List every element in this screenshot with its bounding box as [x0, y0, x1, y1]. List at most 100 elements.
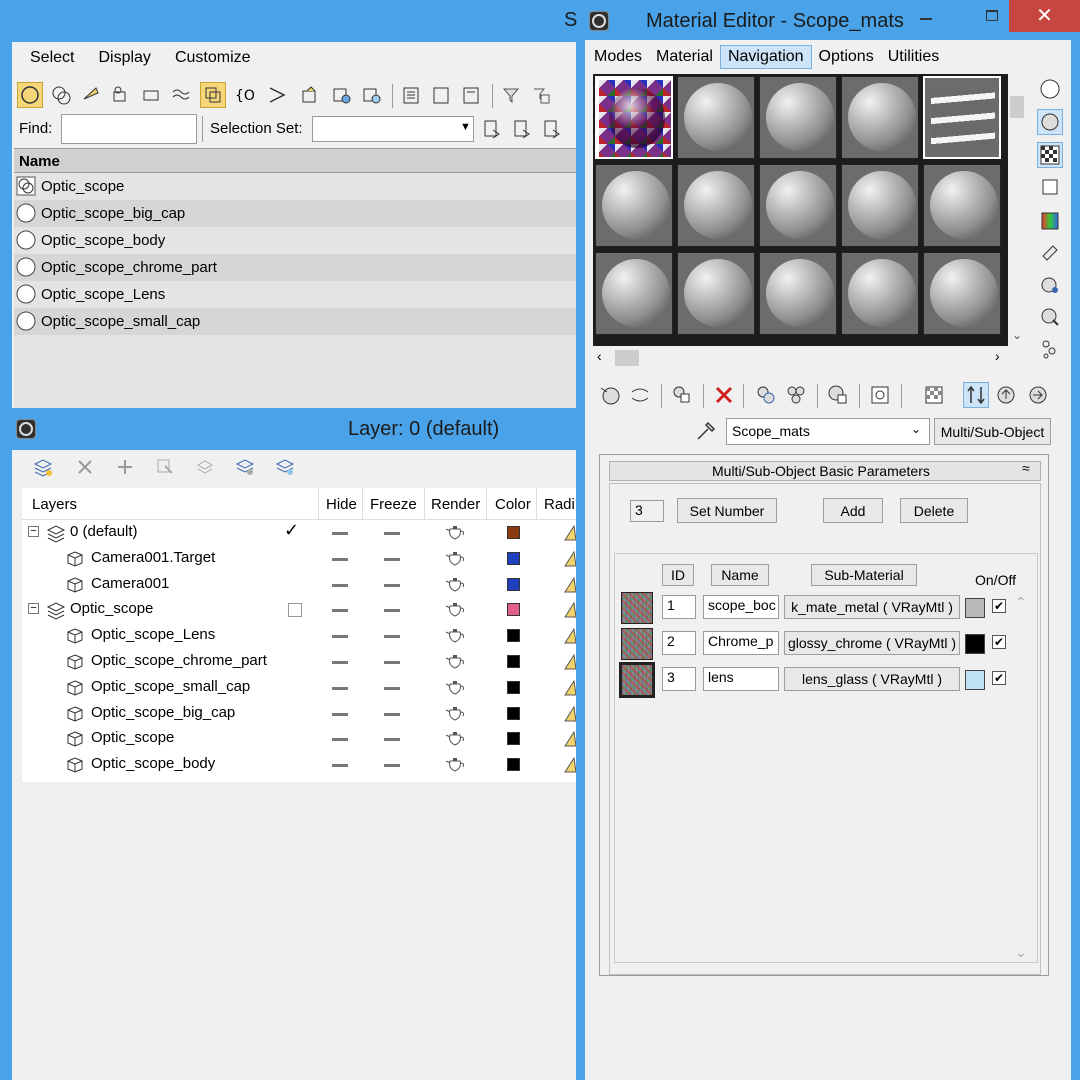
make-preview-icon[interactable] — [1037, 240, 1063, 266]
layer-color-swatch[interactable] — [507, 629, 520, 643]
submaterial-on-checkbox[interactable]: ✔ — [992, 635, 1006, 649]
material-editor-titlebar[interactable]: Material Editor - Scope_mats ✕ — [577, 0, 1080, 42]
sample-uv-tiling-icon[interactable] — [1037, 174, 1063, 200]
selection-set-dropdown[interactable] — [312, 116, 474, 142]
display-bones-icon[interactable] — [264, 82, 290, 108]
layer-row[interactable]: − Optic_scope — [22, 597, 577, 623]
submaterial-color-swatch[interactable] — [965, 670, 985, 690]
put-to-library-icon[interactable] — [825, 382, 851, 408]
maximize-button[interactable] — [986, 10, 998, 21]
layer-color-swatch[interactable] — [507, 655, 520, 668]
chevron-left-icon[interactable]: ‹ — [597, 348, 602, 364]
sample-slot[interactable] — [923, 164, 1001, 247]
put-material-to-scene-icon[interactable] — [627, 382, 653, 408]
freeze-toggle[interactable] — [384, 712, 400, 716]
freeze-toggle[interactable] — [384, 609, 400, 613]
sample-slot-active[interactable] — [595, 76, 673, 159]
render-teapot-icon[interactable] — [444, 730, 468, 748]
submaterial-id-field[interactable]: 3 — [662, 667, 696, 691]
submaterial-name-field[interactable]: lens — [703, 667, 779, 691]
material-type-button[interactable]: Multi/Sub-Object — [934, 418, 1051, 445]
background-checker-icon[interactable] — [1037, 142, 1063, 168]
current-layer-checkbox[interactable] — [288, 603, 302, 618]
display-none-icon[interactable] — [17, 82, 43, 108]
display-containers-icon[interactable] — [328, 82, 354, 108]
sample-slot[interactable] — [677, 164, 755, 247]
submaterial-id-field[interactable]: 2 — [662, 631, 696, 655]
make-material-copy-icon[interactable] — [753, 382, 779, 408]
minimize-button[interactable] — [920, 18, 932, 20]
layer-color-swatch[interactable] — [507, 758, 520, 772]
hide-toggle[interactable] — [332, 583, 348, 587]
select-none-icon[interactable] — [428, 82, 454, 108]
rollout-header[interactable]: Multi/Sub-Object Basic Parameters ≈ — [609, 460, 1041, 481]
render-teapot-icon[interactable] — [444, 679, 468, 697]
layer-color-swatch[interactable] — [507, 732, 520, 746]
collapse-rollout-icon[interactable]: ≈ — [1022, 460, 1030, 476]
render-teapot-icon[interactable] — [444, 576, 468, 594]
id-column-button[interactable]: ID — [662, 564, 694, 586]
show-end-result-icon[interactable] — [963, 382, 989, 408]
sample-slot[interactable] — [759, 252, 837, 335]
freeze-toggle[interactable] — [384, 738, 400, 742]
select-in-layer-icon[interactable] — [152, 454, 178, 480]
radiosity-icon[interactable] — [564, 754, 577, 774]
submaterial-button[interactable]: k_mate_metal ( VRayMtl ) — [784, 595, 960, 619]
radiosity-icon[interactable] — [564, 599, 577, 619]
menu-select[interactable]: Select — [22, 49, 82, 67]
reset-map-icon[interactable] — [711, 382, 737, 408]
chevron-right-icon[interactable]: › — [995, 348, 1000, 364]
scene-row[interactable]: Optic_scope_chrome_part — [14, 254, 576, 281]
sample-slot[interactable] — [595, 252, 673, 335]
sample-slot[interactable] — [841, 76, 919, 159]
render-teapot-icon[interactable] — [444, 627, 468, 645]
video-color-check-icon[interactable] — [1037, 208, 1063, 234]
radiosity-icon[interactable] — [564, 677, 577, 697]
hide-toggle[interactable] — [332, 712, 348, 716]
go-to-parent-icon[interactable] — [993, 382, 1019, 408]
hide-toggle[interactable] — [332, 532, 348, 535]
collapse-icon[interactable]: − — [28, 526, 39, 537]
name-column-header[interactable]: Name — [14, 149, 576, 173]
scene-row[interactable]: Optic_scope_Lens — [14, 281, 576, 308]
col-freeze[interactable]: Freeze — [370, 496, 417, 513]
make-unique-icon[interactable] — [783, 382, 809, 408]
submaterial-button[interactable]: glossy_chrome ( VRayMtl ) — [784, 631, 960, 655]
layer-object-row[interactable]: Optic_scope_big_cap — [22, 701, 577, 727]
chevron-down-icon[interactable]: ⌄ — [1015, 944, 1027, 961]
sample-slot[interactable] — [595, 164, 673, 247]
radiosity-icon[interactable] — [564, 522, 577, 542]
layer-object-row[interactable]: Optic_scope — [22, 726, 577, 752]
display-cameras-icon[interactable] — [108, 82, 134, 108]
col-render[interactable]: Render — [431, 496, 480, 513]
submaterial-id-field[interactable]: 1 — [662, 595, 696, 619]
layer-color-swatch[interactable] — [507, 680, 520, 694]
radiosity-icon[interactable] — [564, 574, 577, 594]
menu-navigation[interactable]: Navigation — [719, 45, 812, 69]
display-helpers-icon[interactable]: {O} — [232, 82, 258, 108]
freeze-toggle[interactable] — [384, 583, 400, 587]
scrollbar-thumb[interactable] — [1010, 96, 1024, 118]
material-map-navigator-icon[interactable] — [1037, 336, 1063, 362]
layer-row[interactable]: − 0 (default) ✓ — [22, 520, 577, 546]
render-teapot-icon[interactable] — [444, 756, 468, 774]
sample-slot[interactable] — [841, 252, 919, 335]
filter-icon[interactable] — [498, 82, 524, 108]
layer-object-row[interactable]: Optic_scope_Lens — [22, 623, 577, 649]
submaterial-name-field[interactable]: Chrome_p — [703, 631, 779, 655]
close-button[interactable]: ✕ — [1009, 0, 1080, 32]
select-by-material-icon[interactable] — [1037, 304, 1063, 330]
material-name-field[interactable]: Scope_mats — [726, 418, 930, 445]
render-teapot-icon[interactable] — [444, 524, 468, 542]
sample-slot[interactable] — [759, 76, 837, 159]
radiosity-icon[interactable] — [564, 651, 577, 671]
options-icon[interactable] — [1037, 272, 1063, 298]
freeze-all-layers-icon[interactable] — [272, 454, 298, 480]
layer-object-row[interactable]: Optic_scope_chrome_part — [22, 649, 577, 675]
menu-display[interactable]: Display — [90, 49, 158, 67]
layer-color-swatch[interactable] — [507, 706, 520, 720]
scene-row[interactable]: Optic_scope_big_cap — [14, 200, 576, 227]
layer-color-swatch[interactable] — [507, 577, 520, 591]
highlight-selected-icon[interactable] — [192, 454, 218, 480]
freeze-toggle[interactable] — [384, 764, 400, 768]
